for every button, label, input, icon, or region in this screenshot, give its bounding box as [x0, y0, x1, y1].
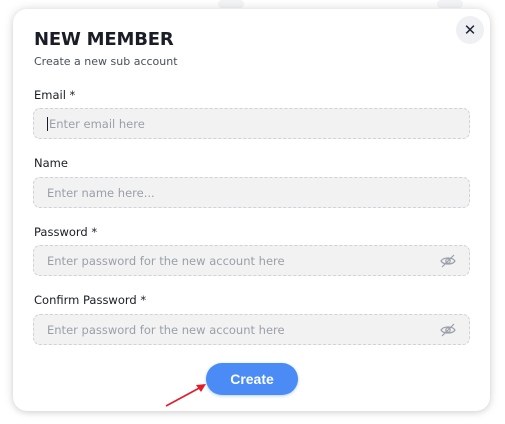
- eye-slash-icon[interactable]: [440, 254, 456, 268]
- password-field-box[interactable]: [33, 245, 470, 276]
- backdrop-block: [218, 0, 244, 8]
- name-field-box[interactable]: [33, 177, 470, 208]
- password-label: Password *: [34, 225, 98, 239]
- name-label: Name: [34, 156, 68, 170]
- email-field-box[interactable]: [33, 108, 470, 139]
- close-icon: ✕: [463, 21, 477, 39]
- text-cursor: [47, 116, 48, 131]
- confirm-password-field[interactable]: [47, 322, 427, 337]
- modal-subtitle: Create a new sub account: [34, 55, 178, 68]
- eye-slash-icon[interactable]: [440, 323, 456, 337]
- name-field[interactable]: [47, 185, 427, 200]
- email-field[interactable]: [49, 116, 429, 131]
- close-button[interactable]: ✕: [456, 16, 484, 44]
- confirm-password-field-box[interactable]: [33, 314, 470, 345]
- backdrop-block: [437, 0, 463, 8]
- password-field[interactable]: [47, 253, 427, 268]
- annotation-arrow-icon: [165, 384, 206, 407]
- confirm-password-label: Confirm Password *: [34, 293, 147, 307]
- create-button[interactable]: Create: [206, 363, 298, 395]
- new-member-modal: [13, 9, 490, 411]
- email-label: Email *: [34, 88, 76, 102]
- modal-title: NEW MEMBER: [34, 29, 174, 50]
